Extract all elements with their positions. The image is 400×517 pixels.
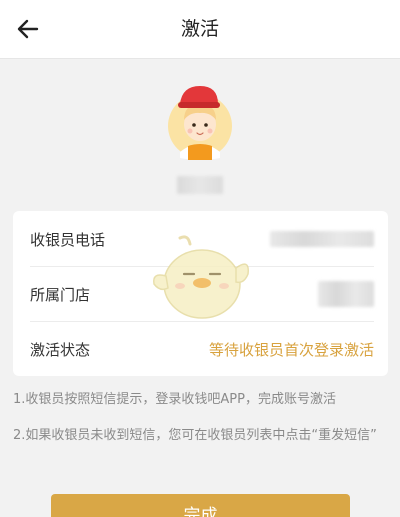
- mascot-watermark: [150, 234, 252, 322]
- cashier-avatar-icon: [168, 86, 232, 160]
- status-label: 激活状态: [30, 340, 91, 359]
- cashier-name-redacted: [177, 176, 223, 194]
- store-label: 所属门店: [30, 285, 91, 304]
- status-row: 激活状态 等待收银员首次登录激活: [30, 322, 374, 376]
- done-button[interactable]: 完成: [51, 494, 350, 517]
- phone-value-redacted: [270, 231, 374, 247]
- store-value-redacted: [318, 281, 374, 307]
- nav-bar: 激活: [0, 0, 400, 59]
- instruction-note-1: 1.收银员按照短信提示，登录收钱吧APP，完成账号激活: [13, 392, 336, 407]
- avatar: [166, 80, 234, 160]
- instruction-note-2: 2.如果收银员未收到短信，您可在收银员列表中点击“重发短信”: [13, 428, 377, 443]
- activation-page: 激活 收银员电话 所属门店 激活状态 等待收银员首次登录激活 1.收银员按照短信…: [0, 0, 400, 517]
- chick-mascot-icon: [153, 235, 249, 319]
- phone-label: 收银员电话: [30, 230, 106, 249]
- page-title: 激活: [180, 18, 219, 40]
- status-value: 等待收银员首次登录激活: [208, 340, 374, 359]
